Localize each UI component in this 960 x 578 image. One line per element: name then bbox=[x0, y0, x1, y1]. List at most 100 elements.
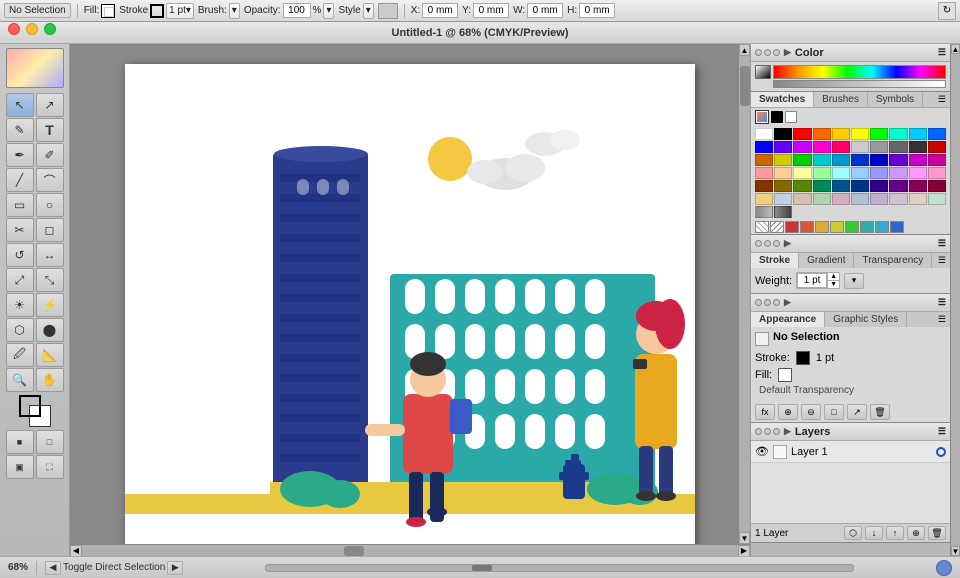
stroke-panel-menu[interactable]: ☰ bbox=[938, 238, 946, 249]
h-scroll-track[interactable] bbox=[82, 545, 738, 557]
swatch-item[interactable] bbox=[889, 128, 907, 140]
color-hue-bar[interactable] bbox=[773, 65, 946, 79]
tab-appearance[interactable]: Appearance bbox=[751, 312, 825, 327]
swatch-item[interactable] bbox=[928, 193, 946, 205]
swatch-item[interactable] bbox=[774, 128, 792, 140]
arc-tool[interactable]: ⌒ bbox=[36, 168, 64, 192]
swatch-item[interactable] bbox=[928, 141, 946, 153]
reflect-tool[interactable]: ↔ bbox=[36, 243, 64, 267]
weight-stepper[interactable]: 1 pt ▲ ▼ bbox=[796, 272, 840, 289]
new-layer-btn[interactable]: ⊕ bbox=[907, 526, 925, 540]
swatch-item[interactable] bbox=[832, 141, 850, 153]
swatch-item[interactable] bbox=[889, 141, 907, 153]
swatch-item[interactable] bbox=[832, 180, 850, 192]
pattern-swatch[interactable] bbox=[785, 221, 799, 233]
layers-panel-menu[interactable]: ☰ bbox=[938, 426, 946, 437]
swatch-item[interactable] bbox=[793, 167, 811, 179]
scroll-down-arrow[interactable]: ▼ bbox=[739, 532, 750, 544]
scroll-track[interactable] bbox=[739, 56, 750, 532]
swatches-panel-menu[interactable]: ☰ bbox=[934, 92, 950, 107]
right-scroll-up[interactable]: ▲ bbox=[951, 44, 960, 54]
panel-dot-2[interactable] bbox=[764, 49, 771, 56]
swatch-item[interactable] bbox=[774, 141, 792, 153]
tab-gradient[interactable]: Gradient bbox=[799, 253, 854, 268]
scroll-indicator[interactable] bbox=[472, 565, 492, 571]
swatch-item[interactable] bbox=[755, 154, 773, 166]
zoom-tool[interactable]: 🔍 bbox=[6, 368, 34, 392]
opacity-input[interactable]: 100 bbox=[283, 3, 311, 18]
direct-selection-tool[interactable]: ↗ bbox=[36, 93, 64, 117]
pen-tool[interactable]: ✎ bbox=[6, 118, 34, 142]
remove-prop-button[interactable]: ⊖ bbox=[801, 404, 821, 420]
style-dropdown[interactable]: ▾ bbox=[363, 3, 374, 19]
horizontal-scrollbar[interactable]: ◀ ▶ bbox=[70, 544, 750, 556]
weight-down-arrow[interactable]: ▼ bbox=[828, 281, 839, 288]
weight-input[interactable]: 1 pt bbox=[797, 273, 827, 288]
w-input[interactable]: 0 mm bbox=[527, 3, 563, 18]
swatch-item[interactable] bbox=[813, 167, 831, 179]
scissors-tool[interactable]: ✂ bbox=[6, 218, 34, 242]
warp-tool[interactable]: ⤡ bbox=[36, 268, 64, 292]
panel-dot-3[interactable] bbox=[773, 49, 780, 56]
swatch-item[interactable] bbox=[889, 180, 907, 192]
swatch-item[interactable] bbox=[870, 154, 888, 166]
pattern-swatch[interactable] bbox=[815, 221, 829, 233]
swatch-item[interactable] bbox=[793, 180, 811, 192]
pencil-tool[interactable]: ✒ bbox=[6, 143, 34, 167]
swatch-item[interactable] bbox=[755, 180, 773, 192]
swatch-item[interactable] bbox=[928, 154, 946, 166]
swatch-item[interactable] bbox=[889, 167, 907, 179]
selection-tool[interactable]: ↖ bbox=[6, 93, 34, 117]
scroll-right-arrow[interactable]: ▶ bbox=[738, 545, 750, 557]
swatch-item[interactable] bbox=[774, 154, 792, 166]
swatch-item[interactable] bbox=[832, 128, 850, 140]
pattern-swatch[interactable] bbox=[860, 221, 874, 233]
gradient-tool[interactable]: ⬤ bbox=[36, 318, 64, 342]
swatch-item[interactable] bbox=[813, 128, 831, 140]
scroll-up-arrow[interactable]: ▲ bbox=[739, 44, 750, 56]
tab-graphic-styles[interactable]: Graphic Styles bbox=[825, 312, 907, 327]
color-panel-menu[interactable]: ☰ bbox=[938, 47, 946, 58]
swatch-item[interactable] bbox=[774, 206, 792, 218]
panel-dot[interactable] bbox=[764, 428, 771, 435]
prop-button[interactable]: □ bbox=[824, 404, 844, 420]
swatch-item[interactable] bbox=[870, 128, 888, 140]
layer-item[interactable]: 👁 Layer 1 bbox=[751, 441, 950, 463]
panel-dot[interactable] bbox=[755, 240, 762, 247]
scale-tool[interactable]: ⤢ bbox=[6, 268, 34, 292]
measure-tool[interactable]: 📐 bbox=[36, 343, 64, 367]
swatch-item[interactable] bbox=[832, 167, 850, 179]
swatch-black[interactable] bbox=[771, 111, 783, 123]
swatch-item[interactable] bbox=[774, 193, 792, 205]
panel-dot[interactable] bbox=[755, 299, 762, 306]
swatch-item[interactable] bbox=[793, 154, 811, 166]
brush-dropdown[interactable]: ▾ bbox=[229, 3, 240, 19]
swatch-item[interactable] bbox=[851, 154, 869, 166]
stroke-swatch[interactable] bbox=[150, 4, 164, 18]
swatch-item[interactable] bbox=[851, 141, 869, 153]
tab-symbols[interactable]: Symbols bbox=[868, 92, 923, 107]
fullscreen-btn[interactable]: ⛶ bbox=[36, 455, 64, 479]
swatch-item[interactable] bbox=[755, 141, 773, 153]
blend-tool[interactable]: ⚡ bbox=[36, 293, 64, 317]
swatch-item[interactable] bbox=[928, 128, 946, 140]
swatch-item[interactable] bbox=[793, 193, 811, 205]
h-scroll-thumb[interactable] bbox=[344, 546, 364, 556]
fill-stroke-colors[interactable] bbox=[19, 395, 51, 427]
swatch-item[interactable] bbox=[774, 167, 792, 179]
swatch-item[interactable] bbox=[909, 180, 927, 192]
swatch-item[interactable] bbox=[889, 154, 907, 166]
vertical-scrollbar[interactable]: ▲ ▼ bbox=[738, 44, 750, 544]
stroke-color-swatch[interactable] bbox=[796, 351, 810, 365]
tab-brushes[interactable]: Brushes bbox=[814, 92, 868, 107]
minimize-button[interactable] bbox=[26, 23, 38, 35]
pattern-swatch[interactable] bbox=[875, 221, 889, 233]
symbol-sprayer-tool[interactable]: ☀ bbox=[6, 293, 34, 317]
swatch-white[interactable] bbox=[785, 111, 797, 123]
swatch-item[interactable] bbox=[793, 141, 811, 153]
weight-arrows[interactable]: ▲ ▼ bbox=[827, 273, 839, 288]
swatch-item[interactable] bbox=[851, 167, 869, 179]
swatch-item[interactable] bbox=[813, 154, 831, 166]
swatch-item[interactable] bbox=[909, 167, 927, 179]
swatch-item[interactable] bbox=[870, 141, 888, 153]
